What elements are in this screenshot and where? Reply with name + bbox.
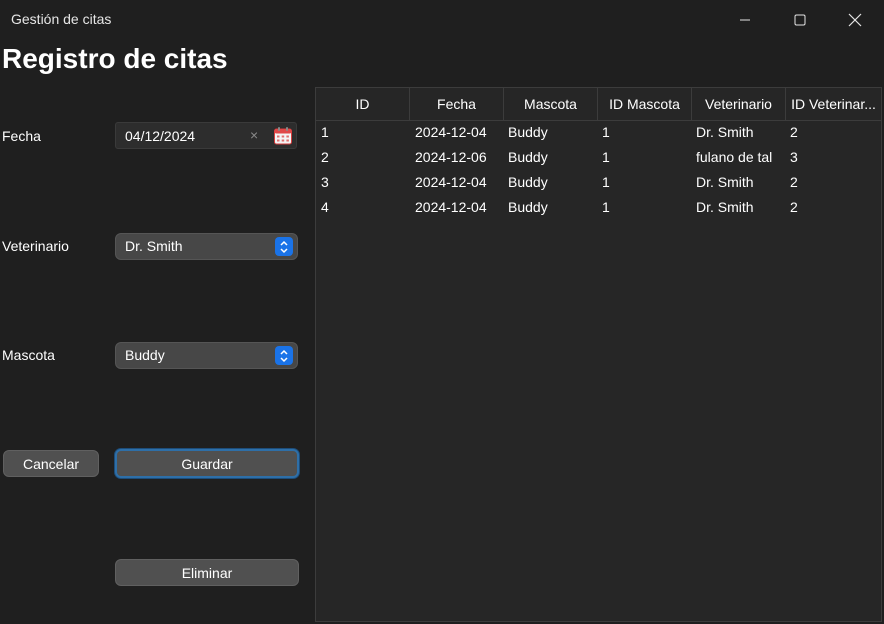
- cell-id-veterinario: 2: [790, 199, 798, 215]
- maximize-button[interactable]: [777, 0, 823, 40]
- cell-fecha: 2024-12-04: [415, 124, 487, 140]
- cell-id-mascota: 1: [602, 124, 610, 140]
- cancel-button[interactable]: Cancelar: [3, 450, 99, 477]
- cell-veterinario: Dr. Smith: [696, 124, 754, 140]
- calendar-icon[interactable]: [273, 126, 293, 151]
- appointments-table[interactable]: ID Fecha Mascota ID Mascota Veterinario …: [315, 87, 882, 622]
- cell-id-mascota: 1: [602, 149, 610, 165]
- cell-veterinario: fulano de tal: [696, 149, 773, 165]
- cell-mascota: Buddy: [508, 174, 548, 190]
- title-bar: Gestión de citas: [0, 0, 884, 40]
- window-title: Gestión de citas: [11, 11, 112, 27]
- cell-veterinario: Dr. Smith: [696, 174, 754, 190]
- column-header-id-mascota[interactable]: ID Mascota: [598, 88, 692, 120]
- cell-fecha: 2024-12-06: [415, 149, 487, 165]
- close-icon: [848, 13, 862, 27]
- cell-fecha: 2024-12-04: [415, 174, 487, 190]
- veterinario-selected-value: Dr. Smith: [125, 238, 183, 254]
- page-title: Registro de citas: [2, 43, 228, 74]
- cell-id: 3: [321, 174, 329, 190]
- table-row[interactable]: 2 2024-12-06 Buddy 1 fulano de tal 3: [316, 145, 881, 170]
- delete-button[interactable]: Eliminar: [115, 559, 299, 586]
- close-button[interactable]: [832, 0, 878, 40]
- table-header: ID Fecha Mascota ID Mascota Veterinario …: [316, 88, 881, 121]
- column-header-id[interactable]: ID: [316, 88, 410, 120]
- cell-mascota: Buddy: [508, 124, 548, 140]
- veterinario-label: Veterinario: [2, 238, 69, 254]
- maximize-icon: [794, 14, 806, 26]
- minimize-button[interactable]: [722, 0, 768, 40]
- column-header-mascota[interactable]: Mascota: [504, 88, 598, 120]
- cell-id-mascota: 1: [602, 199, 610, 215]
- cell-veterinario: Dr. Smith: [696, 199, 754, 215]
- fecha-label: Fecha: [2, 128, 41, 144]
- chevron-up-down-icon[interactable]: [275, 346, 293, 365]
- cell-id-veterinario: 2: [790, 174, 798, 190]
- cell-id: 1: [321, 124, 329, 140]
- mascota-label: Mascota: [2, 347, 55, 363]
- date-value[interactable]: 04/12/2024: [125, 128, 195, 144]
- column-header-id-veterinario[interactable]: ID Veterinar...: [786, 88, 881, 120]
- cell-fecha: 2024-12-04: [415, 199, 487, 215]
- cell-mascota: Buddy: [508, 199, 548, 215]
- column-header-fecha[interactable]: Fecha: [410, 88, 504, 120]
- table-row[interactable]: 1 2024-12-04 Buddy 1 Dr. Smith 2: [316, 120, 881, 145]
- cell-id-mascota: 1: [602, 174, 610, 190]
- cell-id-veterinario: 3: [790, 149, 798, 165]
- veterinario-select[interactable]: Dr. Smith: [115, 233, 298, 260]
- mascota-selected-value: Buddy: [125, 347, 165, 363]
- date-picker[interactable]: 04/12/2024 ×: [115, 122, 297, 149]
- cell-id-veterinario: 2: [790, 124, 798, 140]
- mascota-select[interactable]: Buddy: [115, 342, 298, 369]
- table-row[interactable]: 4 2024-12-04 Buddy 1 Dr. Smith 2: [316, 195, 881, 220]
- column-header-veterinario[interactable]: Veterinario: [692, 88, 786, 120]
- minimize-icon: [740, 19, 750, 21]
- table-row[interactable]: 3 2024-12-04 Buddy 1 Dr. Smith 2: [316, 170, 881, 195]
- cell-id: 4: [321, 199, 329, 215]
- cell-id: 2: [321, 149, 329, 165]
- save-button[interactable]: Guardar: [115, 449, 299, 478]
- clear-date-icon[interactable]: ×: [250, 127, 258, 143]
- chevron-up-down-icon[interactable]: [275, 237, 293, 256]
- cell-mascota: Buddy: [508, 149, 548, 165]
